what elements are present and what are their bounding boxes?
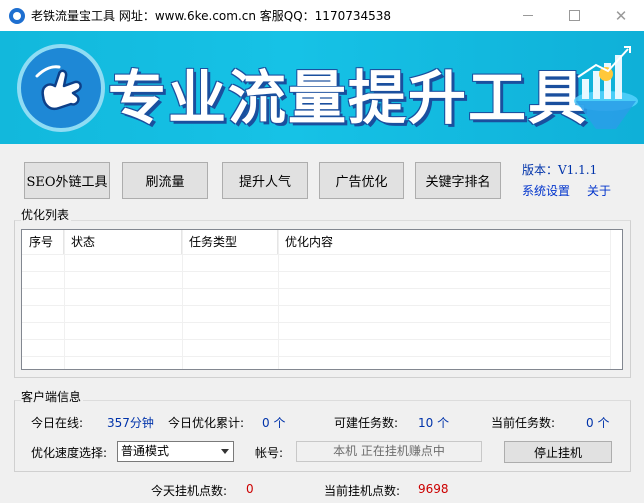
column-header-number[interactable]: 序号 — [22, 230, 64, 254]
table-row-divider — [22, 254, 610, 255]
speed-select-label: 优化速度选择: — [31, 446, 108, 460]
banner-title: 专业流量提升工具 — [108, 64, 589, 132]
system-settings-link[interactable]: 系统设置 — [522, 182, 570, 199]
online-today-value: 357分钟 — [107, 416, 154, 430]
current-tasks-value: 0 个 — [586, 416, 610, 430]
speed-mode-selected: 普通模式 — [121, 444, 170, 458]
window-title: 老铁流量宝工具 网址：www.6ke.com.cn 客服QQ：117073453… — [31, 9, 392, 23]
table-row-divider — [22, 339, 610, 340]
close-icon[interactable]: ✕ — [598, 0, 644, 31]
table-scrollbar[interactable] — [610, 230, 622, 369]
table-column-divider — [182, 230, 183, 369]
can-create-value: 10 个 — [418, 416, 450, 430]
column-header-content[interactable]: 优化内容 — [278, 230, 610, 254]
seo-links-button[interactable]: SEO外链工具 — [24, 162, 110, 199]
minimize-icon[interactable] — [505, 0, 551, 31]
table-row-divider — [22, 305, 610, 306]
stop-hosting-button[interactable]: 停止挂机 — [504, 441, 612, 463]
table-row-divider — [22, 288, 610, 289]
account-label: 帐号: — [255, 446, 284, 460]
ad-optimize-button[interactable]: 广告优化 — [319, 162, 404, 199]
table-header: 序号 状态 任务类型 优化内容 — [22, 230, 610, 254]
boost-traffic-button[interactable]: 刷流量 — [122, 162, 208, 199]
table-column-divider — [64, 230, 65, 369]
optimize-total-label: 今日优化累计: — [168, 416, 245, 430]
table-row-divider — [22, 356, 610, 357]
optimize-total-value: 0 个 — [262, 416, 286, 430]
table-column-divider — [278, 230, 279, 369]
funnel-growth-icon — [574, 46, 638, 129]
current-points-value: 9698 — [418, 482, 449, 496]
pointing-hand-icon — [17, 44, 105, 132]
maximize-icon[interactable] — [551, 0, 597, 31]
app-icon — [9, 7, 25, 24]
today-points-label: 今天挂机点数: — [151, 484, 228, 498]
account-field[interactable]: 本机 正在挂机赚点中 — [296, 441, 482, 462]
version-label: 版本：V1.1.1 — [522, 163, 598, 177]
client-info-label: 客户端信息 — [21, 388, 84, 405]
chevron-down-icon[interactable] — [221, 449, 229, 454]
current-points-label: 当前挂机点数: — [324, 484, 401, 498]
boost-popularity-button[interactable]: 提升人气 — [222, 162, 308, 199]
column-header-status[interactable]: 状态 — [64, 230, 182, 254]
can-create-label: 可建任务数: — [334, 416, 399, 430]
banner: 专业流量提升工具 — [0, 31, 644, 144]
table-row-divider — [22, 322, 610, 323]
optimize-list-label: 优化列表 — [21, 206, 72, 223]
about-link[interactable]: 关于 — [587, 182, 611, 199]
optimize-list-table[interactable]: 序号 状态 任务类型 优化内容 — [21, 229, 623, 370]
column-header-task-type[interactable]: 任务类型 — [182, 230, 278, 254]
speed-mode-select[interactable]: 普通模式 — [117, 441, 234, 462]
keyword-ranking-button[interactable]: 关键字排名 — [415, 162, 501, 199]
current-tasks-label: 当前任务数: — [491, 416, 556, 430]
today-points-value: 0 — [246, 482, 254, 496]
online-today-label: 今日在线: — [31, 416, 84, 430]
table-row-divider — [22, 271, 610, 272]
